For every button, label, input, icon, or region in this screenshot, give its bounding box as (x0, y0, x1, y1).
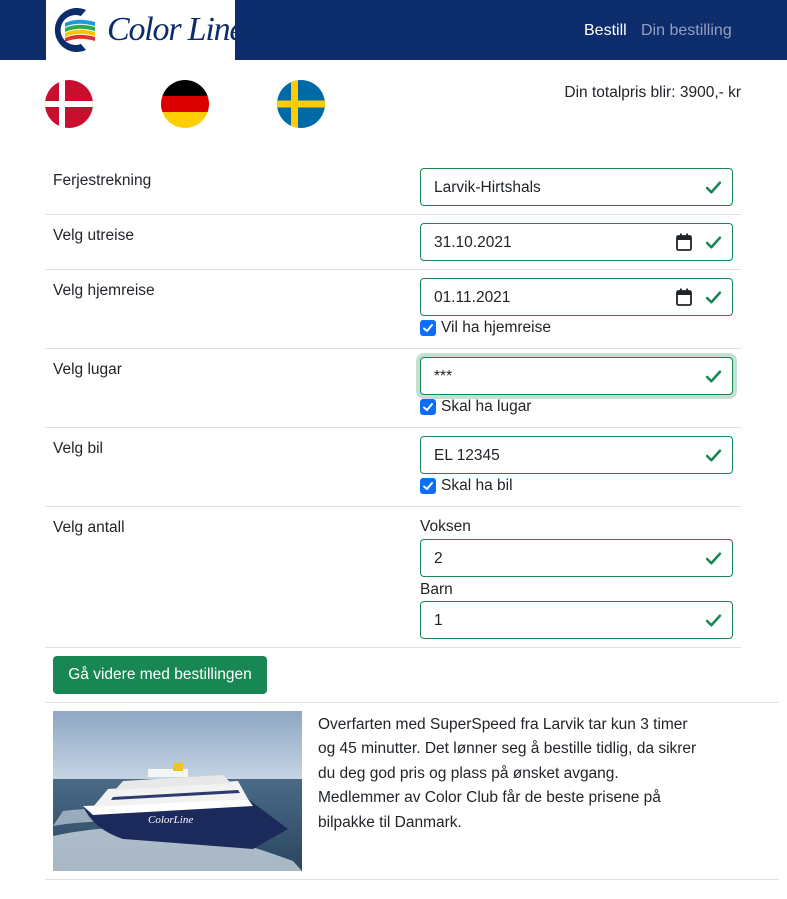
valid-check-icon (705, 552, 722, 565)
section-divider (45, 879, 779, 880)
valid-check-icon (705, 181, 722, 194)
label-voksen: Voksen (420, 518, 471, 535)
nav-din-bestilling[interactable]: Din bestilling (641, 21, 732, 41)
total-price: Din totalpris blir: 3900,- kr (564, 84, 741, 101)
checkbox-checked-icon[interactable] (420, 478, 436, 494)
color-line-logo-icon (54, 7, 95, 53)
language-german[interactable] (161, 80, 209, 128)
language-swedish[interactable] (277, 80, 325, 128)
lugar-checkbox-label: Skal ha lugar (441, 398, 532, 415)
utreise-date-input[interactable]: 31.10.2021 (420, 223, 733, 261)
continue-booking-button[interactable]: Gå videre med bestillingen (53, 656, 267, 694)
route-description: Overfarten med SuperSpeed fra Larvik tar… (318, 716, 697, 831)
bil-checkbox-label: Skal ha bil (441, 477, 513, 494)
bil-value: EL 12345 (434, 447, 500, 464)
row-divider (45, 348, 741, 349)
danish-flag-icon (45, 80, 93, 128)
ferry-image: ColorLine (53, 711, 302, 871)
color-line-logo[interactable]: Color Line (46, 0, 245, 60)
valid-check-icon (705, 236, 722, 249)
row-divider (45, 214, 741, 215)
voksen-value: 2 (434, 550, 443, 567)
label-hjemreise: Velg hjemreise (53, 282, 155, 299)
valid-check-icon (705, 614, 722, 627)
swedish-flag-icon (277, 80, 325, 128)
checkbox-checked-icon[interactable] (420, 320, 436, 336)
checkbox-checked-icon[interactable] (420, 399, 436, 415)
brand-name: Color Line (107, 11, 245, 48)
lugar-input[interactable]: *** (420, 357, 733, 395)
ferjestrekning-select[interactable]: Larvik-Hirtshals (420, 168, 733, 206)
voksen-input[interactable]: 2 (420, 539, 733, 577)
utreise-value: 31.10.2021 (434, 234, 512, 251)
svg-text:ColorLine: ColorLine (148, 814, 193, 826)
calendar-icon[interactable] (676, 288, 692, 306)
section-divider (45, 702, 779, 703)
label-ferjestrekning: Ferjestrekning (53, 172, 152, 189)
barn-value: 1 (434, 612, 443, 629)
label-barn: Barn (420, 581, 453, 598)
hjemreise-date-input[interactable]: 01.11.2021 (420, 278, 733, 316)
label-lugar: Velg lugar (53, 361, 122, 378)
bil-input[interactable]: EL 12345 (420, 436, 733, 474)
row-divider (45, 506, 741, 507)
nav-bestill[interactable]: Bestill (584, 21, 627, 41)
valid-check-icon (705, 449, 722, 462)
row-divider (45, 647, 741, 648)
ferry-ship-icon: ColorLine (53, 711, 302, 871)
barn-input[interactable]: 1 (420, 601, 733, 639)
row-divider (45, 269, 741, 270)
hjemreise-value: 01.11.2021 (434, 289, 511, 306)
valid-check-icon (705, 370, 722, 383)
ferjestrekning-value: Larvik-Hirtshals (434, 179, 541, 196)
calendar-icon[interactable] (676, 233, 692, 251)
label-antall: Velg antall (53, 519, 125, 536)
navbar: Color Line Bestill Din bestilling (0, 0, 787, 60)
label-utreise: Velg utreise (53, 227, 134, 244)
row-divider (45, 427, 741, 428)
language-danish[interactable] (45, 80, 93, 128)
label-bil: Velg bil (53, 440, 103, 457)
valid-check-icon (705, 291, 722, 304)
hjemreise-checkbox-label: Vil ha hjemreise (441, 319, 551, 336)
lugar-value: *** (434, 368, 453, 385)
german-flag-icon (161, 80, 209, 128)
